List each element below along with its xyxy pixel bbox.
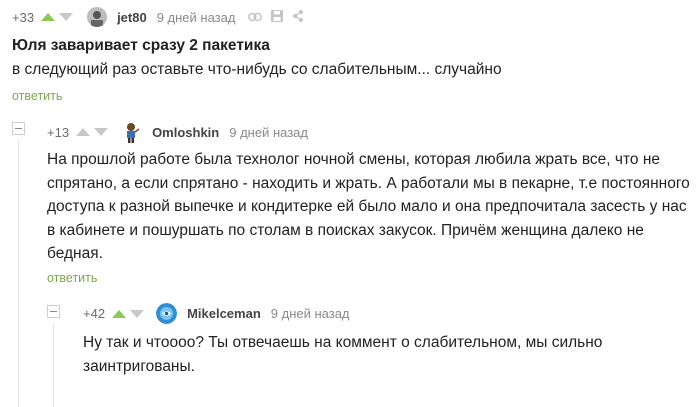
comment-rating: +13 — [47, 124, 70, 140]
comment-rating: +42 — [83, 306, 106, 321]
reply-link[interactable]: ответить — [12, 89, 62, 103]
comment-text-line: в кабинете и пошуршать по столам в поиск… — [47, 221, 644, 239]
avatar[interactable] — [120, 121, 142, 143]
author-name[interactable]: jet80 — [117, 10, 147, 25]
reply-link[interactable]: ответить — [47, 271, 97, 285]
avatar[interactable] — [87, 7, 108, 27]
downvote-icon[interactable] — [94, 128, 109, 136]
thread-branch-line — [18, 140, 19, 407]
author-name[interactable]: Omloshkin — [152, 125, 219, 140]
avatar[interactable] — [156, 303, 178, 324]
comment-text: в следующий раз оставьте что-нибудь со с… — [12, 61, 502, 78]
comment-header: +42 Mikelceman 9 дней назад — [83, 303, 350, 324]
downvote-icon[interactable] — [130, 309, 145, 318]
comment-header: +13 Omloshkin 9 дней назад — [47, 121, 308, 143]
link-icon[interactable] — [248, 10, 263, 25]
comment-text-line: спрятано, а если спрятано - находить и ж… — [47, 174, 690, 192]
comment-time[interactable]: 9 дней назад — [157, 10, 236, 25]
comment-rating: +33 — [12, 9, 35, 25]
collapse-branch-button[interactable] — [47, 305, 60, 318]
share-icon[interactable] — [292, 9, 304, 25]
downvote-icon[interactable] — [59, 13, 74, 21]
save-icon[interactable] — [271, 9, 284, 25]
upvote-icon[interactable] — [41, 13, 56, 21]
comment-text-line: доступа к разной выпечке и кондитерке ей… — [47, 198, 687, 215]
thread-branch-line — [53, 323, 54, 407]
comment-time[interactable]: 9 дней назад — [271, 306, 350, 321]
comment-title: Юля заваривает сразу 2 пакетика — [12, 37, 270, 54]
collapse-branch-button[interactable] — [12, 122, 25, 135]
upvote-icon[interactable] — [76, 128, 91, 136]
comment-text-line: На прошлой работе была технолог ночной с… — [47, 151, 661, 168]
comment-text-line: Ну так и чтоооо? Ты отвечаешь на коммент… — [83, 334, 603, 351]
upvote-icon[interactable] — [112, 309, 127, 318]
author-name[interactable]: Mikelceman — [187, 306, 261, 321]
comment-text-line: бедная. — [47, 245, 103, 262]
comment-time[interactable]: 9 дней назад — [229, 125, 308, 140]
comment-text-line: заинтригованы. — [83, 357, 195, 375]
comment-header: +33 jet80 9 дней назад — [12, 7, 304, 27]
